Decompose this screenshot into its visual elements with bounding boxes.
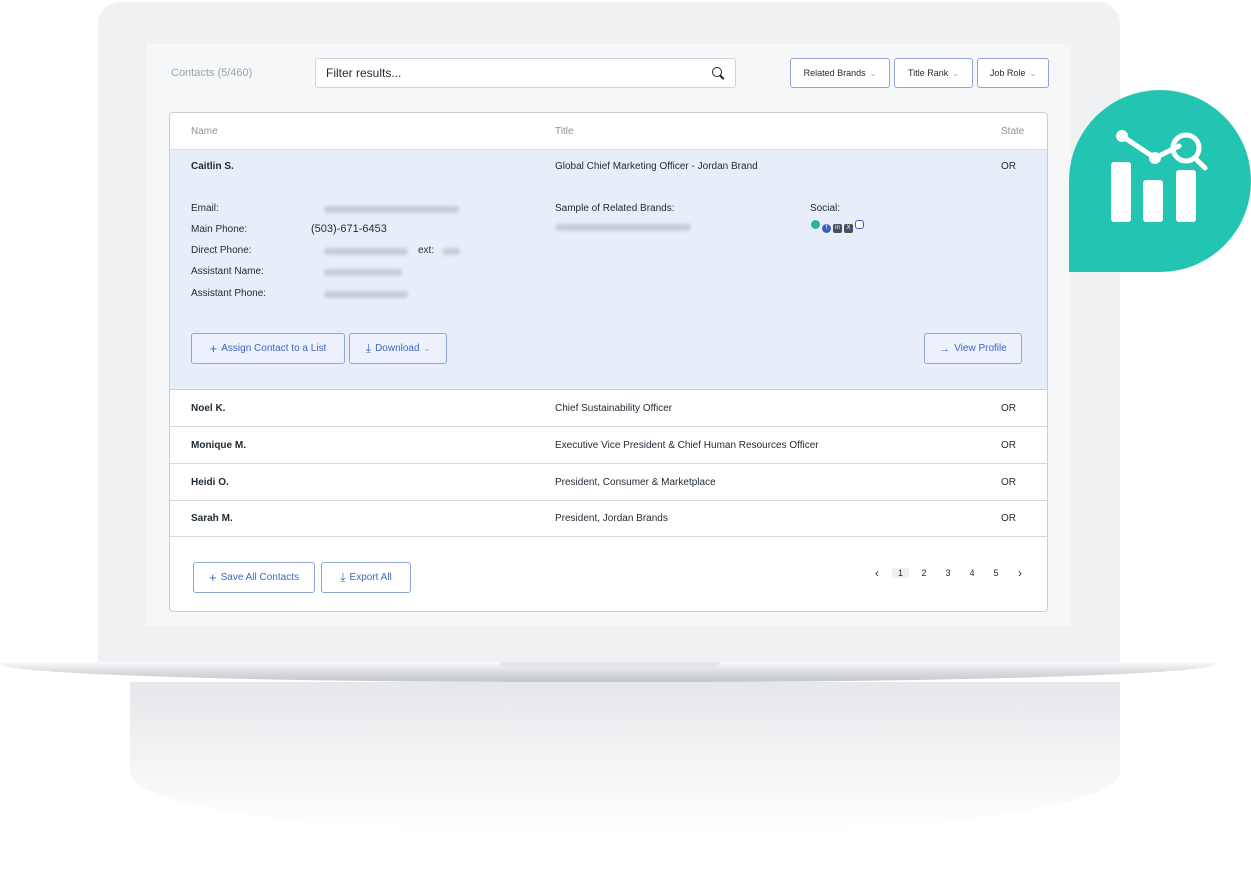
job-role-label: Job Role [989, 68, 1026, 78]
direct-phone-redacted [324, 247, 408, 258]
page-5[interactable]: 5 [984, 568, 1008, 578]
column-header-name[interactable]: Name [191, 126, 218, 137]
search-icon[interactable] [711, 66, 725, 80]
save-all-contacts-button[interactable]: + Save All Contacts [193, 562, 315, 593]
chart-search-icon [1111, 130, 1208, 222]
contact-state: OR [1001, 513, 1016, 524]
assign-contact-label: Assign Contact to a List [221, 343, 327, 354]
related-brands-redacted [555, 223, 691, 234]
related-brands-label: Related Brands [803, 68, 866, 78]
table-row[interactable]: Sarah M. President, Jordan Brands OR [170, 501, 1047, 537]
export-all-button[interactable]: ⤓ Export All [321, 562, 411, 593]
linkedin-icon[interactable]: in [833, 224, 842, 233]
analytics-badge [1069, 90, 1251, 272]
instagram-icon[interactable] [855, 220, 864, 229]
contact-title: Chief Sustainability Officer [555, 403, 673, 414]
chevron-left-icon[interactable]: ‹ [865, 566, 889, 580]
title-rank-label: Title Rank [908, 68, 949, 78]
chevron-down-icon: ⌄ [869, 68, 877, 78]
contacts-count: Contacts (5/460) [171, 67, 253, 79]
related-brands-label: Sample of Related Brands: [555, 203, 675, 214]
view-profile-button[interactable]: → View Profile [924, 333, 1022, 364]
contact-name: Monique M. [191, 440, 246, 451]
chevron-down-icon: ⌄ [952, 68, 959, 78]
laptop-shadow [130, 682, 1120, 832]
contact-title: Global Chief Marketing Officer - Jordan … [555, 161, 758, 172]
contact-state: OR [1001, 403, 1016, 414]
download-icon: ⤓ [365, 341, 372, 355]
chevron-down-icon: ⌄ [1029, 68, 1037, 78]
plus-icon: + [209, 341, 218, 356]
pagination: ‹ 1 2 3 4 5 › [865, 566, 1032, 580]
table-row[interactable]: Noel K. Chief Sustainability Officer OR [170, 390, 1047, 427]
save-all-label: Save All Contacts [220, 572, 299, 583]
title-rank-dropdown[interactable]: Title Rank ⌄ [894, 58, 973, 88]
page-4[interactable]: 4 [960, 568, 984, 578]
email-value-redacted [324, 205, 459, 216]
main-phone-label: Main Phone: [191, 224, 248, 235]
arrow-right-icon: → [939, 342, 951, 355]
contact-state: OR [1001, 477, 1016, 488]
contact-title: Executive Vice President & Chief Human R… [555, 440, 819, 451]
social-label: Social: [810, 203, 841, 214]
column-header-title[interactable]: Title [555, 126, 574, 137]
contact-title: President, Consumer & Marketplace [555, 477, 716, 488]
column-header-state[interactable]: State [1001, 126, 1024, 137]
download-icon: ⤓ [340, 570, 346, 584]
download-label: Download [375, 343, 420, 354]
export-all-label: Export All [349, 572, 392, 583]
download-button[interactable]: ⤓ Download ⌄ [349, 333, 447, 364]
filter-input[interactable] [326, 66, 711, 80]
assistant-phone-label: Assistant Phone: [191, 288, 267, 299]
contact-state: OR [1001, 440, 1016, 451]
contact-name: Sarah M. [191, 513, 233, 524]
chevron-right-icon[interactable]: › [1008, 566, 1032, 580]
ext-redacted [442, 247, 460, 258]
email-label: Email: [191, 203, 219, 214]
contact-name: Noel K. [191, 403, 226, 414]
main-phone-value[interactable]: (503)-671-6453 [311, 223, 387, 235]
table-row[interactable]: Heidi O. President, Consumer & Marketpla… [170, 464, 1047, 501]
globe-icon[interactable] [811, 220, 820, 229]
page-2[interactable]: 2 [912, 568, 936, 578]
contact-title: President, Jordan Brands [555, 513, 668, 524]
assistant-name-label: Assistant Name: [191, 266, 264, 277]
social-icons: f in X [811, 220, 866, 233]
table-row[interactable]: Monique M. Executive Vice President & Ch… [170, 427, 1047, 464]
page-3[interactable]: 3 [936, 568, 960, 578]
job-role-dropdown[interactable]: Job Role ⌄ [977, 58, 1049, 88]
table-header: Name Title State [170, 113, 1047, 150]
assistant-name-redacted [324, 268, 402, 279]
contacts-table: Name Title State Caitlin S. Global Chief… [169, 112, 1048, 612]
plus-icon: + [209, 570, 217, 585]
related-brands-dropdown[interactable]: Related Brands ⌄ [790, 58, 890, 88]
filter-field[interactable] [315, 58, 736, 88]
assign-contact-button[interactable]: + Assign Contact to a List [191, 333, 345, 364]
table-row-expanded[interactable]: Caitlin S. Global Chief Marketing Office… [170, 150, 1047, 184]
view-profile-label: View Profile [954, 343, 1007, 354]
contact-state: OR [1001, 161, 1016, 172]
assistant-phone-redacted [324, 290, 408, 301]
contact-name: Caitlin S. [191, 161, 234, 172]
direct-phone-label: Direct Phone: [191, 245, 252, 256]
ext-label: ext: [418, 245, 435, 256]
contact-name: Heidi O. [191, 477, 229, 488]
chevron-down-icon: ⌄ [423, 344, 431, 353]
contact-detail-panel: Email: Main Phone: (503)-671-6453 Direct… [170, 183, 1047, 390]
laptop-notch [500, 662, 720, 668]
page-1[interactable]: 1 [892, 568, 909, 578]
facebook-icon[interactable]: f [822, 224, 831, 233]
x-icon[interactable]: X [844, 224, 853, 233]
